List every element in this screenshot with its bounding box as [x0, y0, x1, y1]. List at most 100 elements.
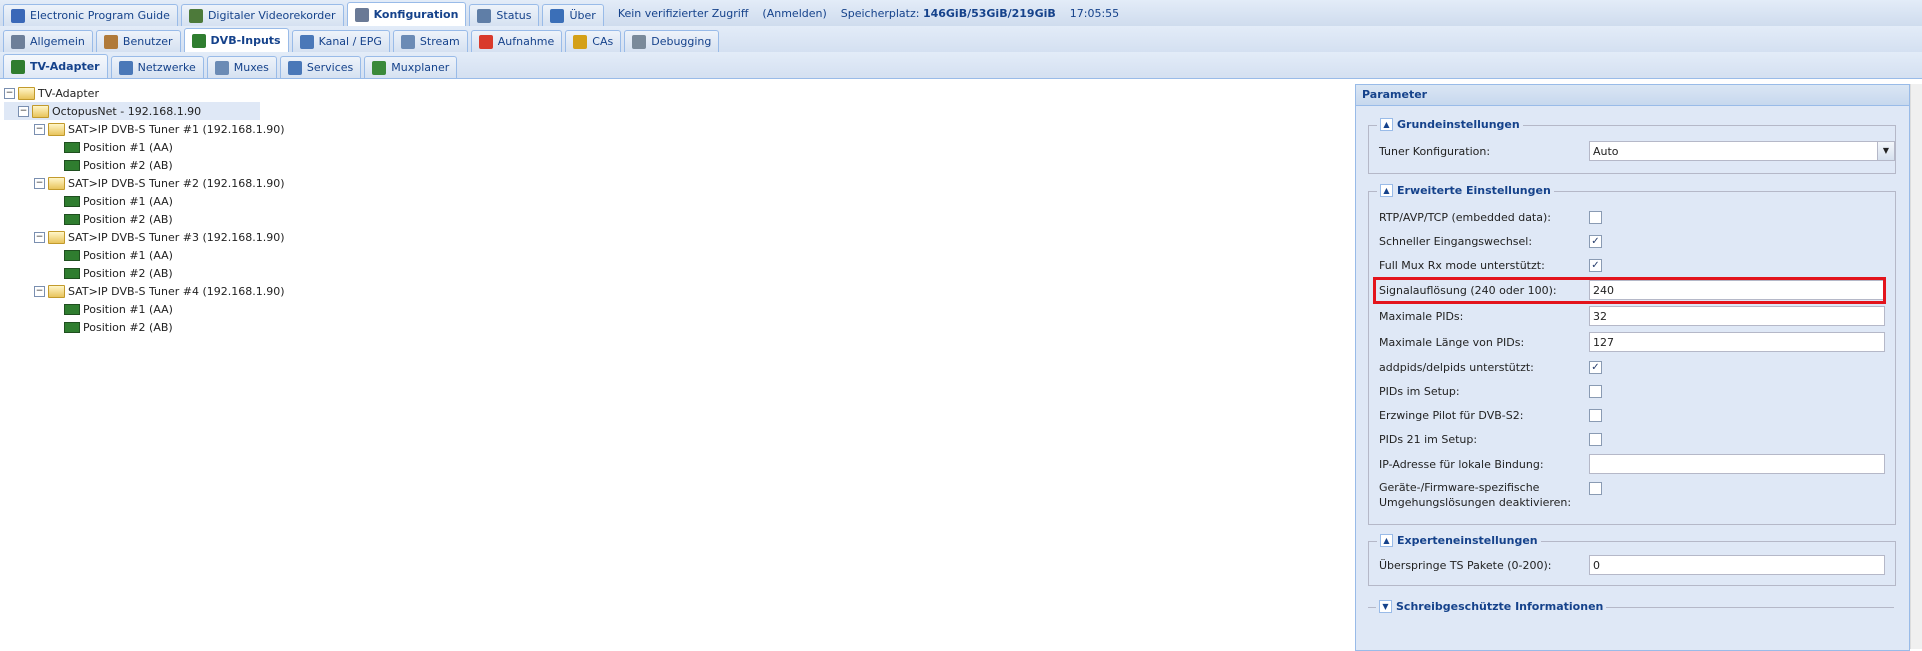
- dvb-card-icon: [64, 141, 80, 153]
- debug-icon: [632, 34, 647, 49]
- config-tab-aufnahme[interactable]: Aufnahme: [470, 30, 563, 52]
- dvb-tab-muxes[interactable]: Muxes: [206, 56, 277, 78]
- config-tab-cas[interactable]: CAs: [565, 30, 622, 52]
- tree-position[interactable]: Position #1 (AA): [4, 300, 260, 318]
- eye-icon: [477, 8, 492, 23]
- config-tab-kanal-epg[interactable]: Kanal / EPG: [291, 30, 390, 52]
- config-tab-allgemein[interactable]: Allgemein: [3, 30, 93, 52]
- config-tab-label: Kanal / EPG: [318, 35, 382, 48]
- main-tab-über[interactable]: Über: [542, 4, 604, 26]
- collapse-toggle-icon[interactable]: −: [34, 123, 45, 135]
- main-tab-label: Konfiguration: [373, 8, 459, 21]
- tree-tuner[interactable]: − SAT>IP DVB-S Tuner #2 (192.168.1.90): [4, 174, 285, 192]
- scrollbar[interactable]: [1910, 84, 1922, 649]
- experten-legend[interactable]: ▲ Experteneinstellungen: [1377, 534, 1541, 547]
- services-icon: [287, 60, 302, 75]
- main-tab-electronic-program-guide[interactable]: Electronic Program Guide: [3, 4, 178, 26]
- config-tab-label: Allgemein: [30, 35, 85, 48]
- tree-node-label: Position #1 (AA): [83, 302, 173, 316]
- login-link[interactable]: (Anmelden): [762, 7, 826, 20]
- users-icon: [103, 34, 118, 49]
- wrench-icon: [354, 7, 369, 22]
- skip-ts-input[interactable]: 0: [1589, 555, 1885, 575]
- tree-tuner[interactable]: − SAT>IP DVB-S Tuner #3 (192.168.1.90): [4, 228, 285, 246]
- main-tab-digitaler-videorekorder[interactable]: Digitaler Videorekorder: [180, 4, 344, 26]
- workaround-label-line1: Geräte-/Firmware-spezifische: [1379, 481, 1540, 494]
- dvb-tab-services[interactable]: Services: [279, 56, 362, 78]
- config-tab-dvb-inputs[interactable]: DVB-Inputs: [183, 28, 289, 52]
- tree-position[interactable]: Position #2 (AB): [4, 210, 260, 228]
- clock-time: 17:05:55: [1069, 6, 1120, 20]
- tuner-config-select[interactable]: Auto ▼: [1589, 141, 1895, 161]
- collapse-toggle-icon[interactable]: −: [34, 285, 45, 297]
- rtp-label: RTP/AVP/TCP (embedded data):: [1379, 210, 1551, 224]
- pidsetup-checkbox[interactable]: [1589, 384, 1602, 398]
- info-icon: [550, 8, 565, 23]
- dvb-tab-label: Muxes: [233, 61, 269, 74]
- config-tab-benutzer[interactable]: Benutzer: [95, 30, 181, 52]
- fast-checkbox[interactable]: ✓: [1589, 234, 1602, 248]
- pilot-checkbox[interactable]: [1589, 408, 1602, 422]
- collapse-toggle-icon[interactable]: −: [34, 177, 45, 189]
- config-tab-debugging[interactable]: Debugging: [624, 30, 720, 52]
- main-tab-status[interactable]: Status: [469, 4, 540, 26]
- tree-tuner[interactable]: − SAT>IP DVB-S Tuner #4 (192.168.1.90): [4, 282, 285, 300]
- dvb-tab-muxplaner[interactable]: Muxplaner: [364, 56, 458, 78]
- dvb-tab-netzwerke[interactable]: Netzwerke: [110, 56, 204, 78]
- config-tab-stream[interactable]: Stream: [392, 30, 468, 52]
- grundeinstellungen-legend[interactable]: ▲ Grundeinstellungen: [1377, 118, 1523, 131]
- fullmux-checkbox[interactable]: ✓: [1589, 258, 1602, 272]
- readonly-fieldset: ▼ Schreibgeschützte Informationen: [1368, 600, 1894, 618]
- tree-position[interactable]: Position #1 (AA): [4, 138, 260, 156]
- tree-device[interactable]: − OctopusNet - 192.168.1.90: [4, 102, 260, 120]
- workaround-checkbox[interactable]: [1589, 482, 1602, 495]
- dvb-card-icon: [64, 195, 80, 207]
- tree-node-label: Position #2 (AB): [83, 158, 173, 172]
- maxpids-input[interactable]: 32: [1589, 306, 1885, 326]
- collapse-toggle-icon[interactable]: −: [34, 231, 45, 243]
- config-tab-label: CAs: [592, 35, 614, 48]
- tv-icon: [299, 34, 314, 49]
- ip-input[interactable]: [1589, 454, 1885, 474]
- rtp-checkbox[interactable]: [1589, 210, 1602, 224]
- chevron-down-icon[interactable]: ▼: [1877, 142, 1894, 160]
- collapse-icon[interactable]: ▲: [1380, 118, 1393, 131]
- main-tab-label: Electronic Program Guide: [30, 9, 170, 22]
- expand-icon[interactable]: ▼: [1379, 600, 1392, 613]
- addpids-checkbox[interactable]: ✓: [1589, 360, 1602, 374]
- legend-label: Schreibgeschützte Informationen: [1396, 600, 1604, 613]
- addpids-row: addpids/delpids unterstützt: ✓: [1379, 356, 1894, 378]
- tree-position[interactable]: Position #2 (AB): [4, 156, 260, 174]
- collapse-icon[interactable]: ▲: [1380, 534, 1393, 547]
- tree-tuner[interactable]: − SAT>IP DVB-S Tuner #1 (192.168.1.90): [4, 120, 285, 138]
- readonly-legend[interactable]: ▼ Schreibgeschützte Informationen: [1376, 600, 1607, 613]
- dvb-card-icon: [64, 249, 80, 261]
- tree-position[interactable]: Position #2 (AB): [4, 264, 260, 282]
- main-tab-label: Über: [569, 9, 596, 22]
- pidsetup-row: PIDs im Setup:: [1379, 380, 1894, 402]
- collapse-icon[interactable]: ▲: [1380, 184, 1393, 197]
- pids21-checkbox[interactable]: [1589, 432, 1602, 446]
- skip-ts-row: Überspringe TS Pakete (0-200): 0: [1379, 554, 1894, 576]
- tree-position[interactable]: Position #2 (AB): [4, 318, 260, 336]
- tree-node-label: SAT>IP DVB-S Tuner #2 (192.168.1.90): [68, 176, 285, 190]
- maxlen-input[interactable]: 127: [1589, 332, 1885, 352]
- folder-icon: [32, 104, 49, 118]
- tools-icon: [11, 34, 25, 49]
- main-tab-konfiguration[interactable]: Konfiguration: [346, 2, 467, 26]
- key-icon: [573, 34, 588, 49]
- dvb-tab-tv-adapter[interactable]: TV-Adapter: [3, 54, 108, 78]
- tree-node-label: Position #2 (AB): [83, 266, 173, 280]
- tree-position[interactable]: Position #1 (AA): [4, 192, 260, 210]
- tree-root[interactable]: − TV-Adapter: [4, 84, 260, 102]
- collapse-toggle-icon[interactable]: −: [4, 87, 15, 99]
- config-tab-label: Stream: [419, 35, 460, 48]
- tree-position[interactable]: Position #1 (AA): [4, 246, 260, 264]
- erweiterte-legend[interactable]: ▲ Erweiterte Einstellungen: [1377, 184, 1554, 197]
- signal-icon: [214, 60, 229, 75]
- collapse-toggle-icon[interactable]: −: [18, 105, 29, 117]
- maxpids-label: Maximale PIDs:: [1379, 309, 1464, 323]
- config-tab-label: Debugging: [651, 35, 712, 48]
- pids21-row: PIDs 21 im Setup:: [1379, 428, 1894, 450]
- addpids-label: addpids/delpids unterstützt:: [1379, 360, 1534, 374]
